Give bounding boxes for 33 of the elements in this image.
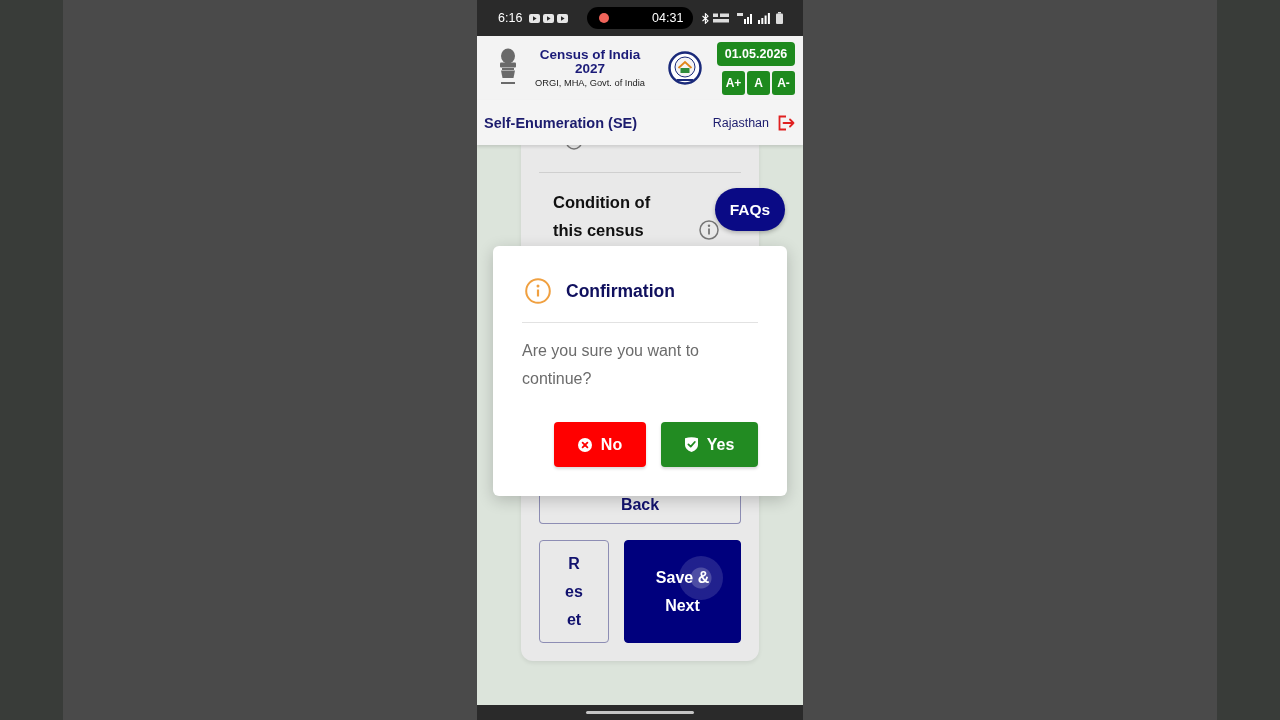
yes-button[interactable]: Yes <box>661 422 758 467</box>
recording-timer: 04:31 <box>652 11 684 25</box>
outline-button[interactable]: Reset <box>539 540 609 643</box>
dialog-message: Are you sure you want to continue? <box>522 341 700 389</box>
date-badge: 01.05.2026 <box>717 41 795 66</box>
play-icon <box>529 13 541 23</box>
state-name: Rajasthan <box>712 115 769 130</box>
text-size-button[interactable]: A <box>747 70 770 95</box>
text-size-button[interactable]: A- <box>772 70 795 95</box>
app-title: Census of India 2027 <box>538 48 642 76</box>
shield-check-icon <box>684 437 698 452</box>
text-size-button[interactable]: A+ <box>722 70 745 95</box>
info-icon[interactable] <box>699 220 719 240</box>
app-subtitle: ORGI, MHA, Govt. of India <box>534 78 645 88</box>
dialog-title: Confirmation <box>566 280 675 302</box>
faq-button[interactable]: FAQs <box>715 188 785 231</box>
bluetooth-icon <box>702 12 710 24</box>
primary-button[interactable]: Save & Next <box>624 540 741 643</box>
radio-icon <box>565 145 583 150</box>
no-button[interactable]: No <box>554 422 646 467</box>
recording-dot-icon <box>599 13 610 23</box>
play-icon <box>543 13 555 23</box>
status-time: 6:16 <box>498 11 523 25</box>
signal-icon <box>758 12 771 24</box>
close-circle-icon <box>577 437 592 452</box>
mobile-signal-icon <box>737 12 755 24</box>
circular-seal-icon <box>668 51 702 85</box>
battery-icon <box>776 12 784 24</box>
logout-icon[interactable] <box>778 114 795 131</box>
info-icon <box>525 278 551 304</box>
section-title: Self-Enumeration (SE) <box>484 114 638 131</box>
question-label: Condition of this census <box>553 192 652 241</box>
play-icon <box>557 13 569 23</box>
